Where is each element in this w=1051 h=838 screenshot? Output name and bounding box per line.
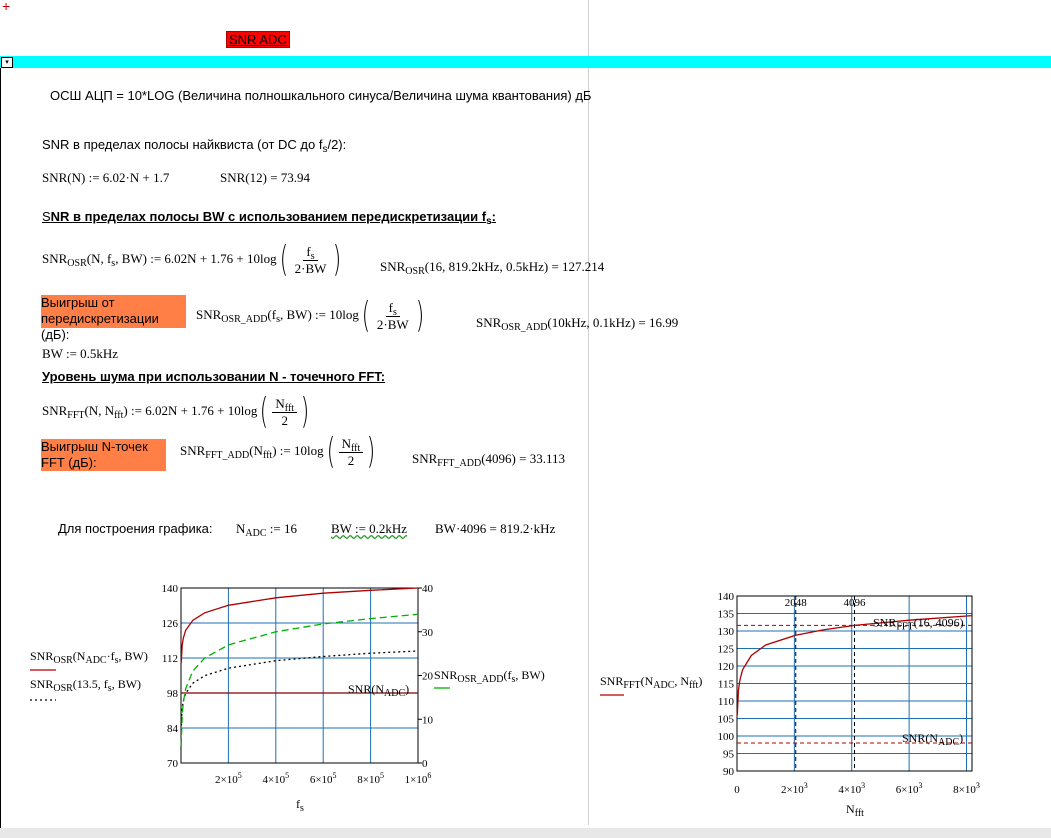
fft-gain-result[interactable]: SNRFFT_ADD(4096) = 33.113 [412,451,565,469]
bw-plot-definition[interactable]: BW := 0.2kHz [331,521,407,537]
y-tick-7: 105 [718,714,735,726]
series-line-0 [180,587,419,663]
y-right-tick-2: 20 [422,671,434,683]
marker-label-0: 2048 [785,597,808,609]
fft-heading: Уровень шума при использовании N - точеч… [42,369,386,384]
y-left-tick-0: 140 [162,583,179,595]
legend-snr-osr-add: SNROSR_ADD(fs, BW) [434,668,545,685]
x-tick-3: 8×105 [357,771,384,786]
nyquist-formula[interactable]: SNR(N) := 6.02·N + 1.7 [42,170,169,186]
y-tick-3: 125 [718,644,735,656]
label-snr-nadc: SNR(NADC) [348,682,409,699]
marker-label-1: 4096 [844,597,867,609]
series-line-2 [180,613,419,746]
fft-formula[interactable]: SNRFFT(N, Nfft) := 6.02N + 1.76 + 10log(… [42,394,312,430]
x-tick-4: 1×106 [405,771,432,786]
y-right-tick-3: 10 [422,714,434,726]
insert-cursor-mark: + [2,0,11,14]
x-tick-1: 2×103 [781,781,808,796]
collapse-region-icon[interactable]: ▾ [1,57,13,68]
osr-formula[interactable]: SNROSR(N, fs, BW) := 6.02N + 1.76 + 10lo… [42,242,344,278]
y-tick-2: 130 [718,626,735,638]
nadc-definition[interactable]: NADC := 16 [236,521,297,539]
osr-gain-formula[interactable]: SNROSR_ADD(fs, BW) := 10log(fs 2·BW) [196,298,427,334]
legend-snr-osr-13: SNROSR(13.5, fs, BW) [30,677,141,694]
definition-line: ОСШ АЦП = 10*LOG (Величина полношкальног… [50,88,592,103]
y-tick-6: 110 [718,696,735,708]
x-axis-label: fs [296,797,304,814]
nyquist-result[interactable]: SNR(12) = 73.94 [220,170,310,186]
x-axis-label: Nfft [846,802,864,819]
nyquist-heading: SNR в пределах полосы найквиста (от DC д… [42,137,347,155]
legend-snr-fft: SNRFFT(NADC, Nfft) [600,674,702,691]
y-tick-0: 140 [718,591,735,603]
osr-gain-result[interactable]: SNROSR_ADD(10kHz, 0.1kHz) = 16.99 [476,315,678,333]
y-left-tick-5: 70 [167,758,179,770]
y-tick-8: 100 [718,731,735,743]
osr-result[interactable]: SNROSR(16, 819.2kHz, 0.5kHz) = 127.214 [380,259,604,277]
y-left-tick-3: 98 [167,688,179,700]
region-bar[interactable] [0,56,1051,68]
x-tick-2: 4×103 [838,781,865,796]
y-right-tick-4: 0 [422,758,428,770]
osr-chart[interactable]: 140 126 112 98 84 70 40 30 20 10 0 2×105 4×105 6×105 8… [0,575,600,825]
bw-calc[interactable]: BW·4096 = 819.2·kHz [435,521,555,537]
y-right-tick-0: 40 [422,583,434,595]
y-right-tick-1: 30 [422,627,434,639]
horizontal-scrollbar[interactable] [0,828,1051,838]
page-title: SNR ADC [226,31,290,48]
plot-frame [180,587,419,764]
y-tick-10: 90 [723,766,735,778]
fft-gain-label: Выигрыш N-точек FFT (дБ): [41,439,166,471]
x-tick-1: 4×105 [262,771,289,786]
x-tick-3: 6×103 [896,781,923,796]
y-tick-5: 115 [718,679,735,691]
x-tick-2: 6×105 [310,771,337,786]
y-tick-4: 120 [718,661,735,673]
x-tick-4: 8×103 [953,781,980,796]
y-left-tick-1: 126 [162,618,179,630]
x-tick-0: 2×105 [215,771,242,786]
y-tick-9: 95 [723,749,735,761]
x-tick-0: 0 [734,784,740,796]
fft-chart[interactable]: 140 135 130 125 120 115 110 105 100 95 90 0 2×103 4×1… [590,585,1010,825]
label-snr-fft-16-4096: SNRFFT(16, 4096) [873,615,964,632]
bw-definition[interactable]: BW := 0.5kHz [42,346,118,362]
y-left-tick-2: 112 [162,653,178,665]
osr-heading: SNR в пределах полосы BW с использование… [42,209,497,227]
osr-gain-label: Выигрыш от передискретизации (дБ): [41,295,186,342]
y-tick-1: 135 [718,609,735,621]
legend-snr-osr-nadc: SNROSR(NADC·fs, BW) [30,649,148,666]
fft-gain-formula[interactable]: SNRFFT_ADD(Nfft) := 10log(Nfft 2) [180,434,378,470]
label-snr-nadc: SNR(NADC) [902,731,963,748]
y-left-tick-4: 84 [167,723,179,735]
plot-params-label: Для построения графика: [58,521,213,536]
